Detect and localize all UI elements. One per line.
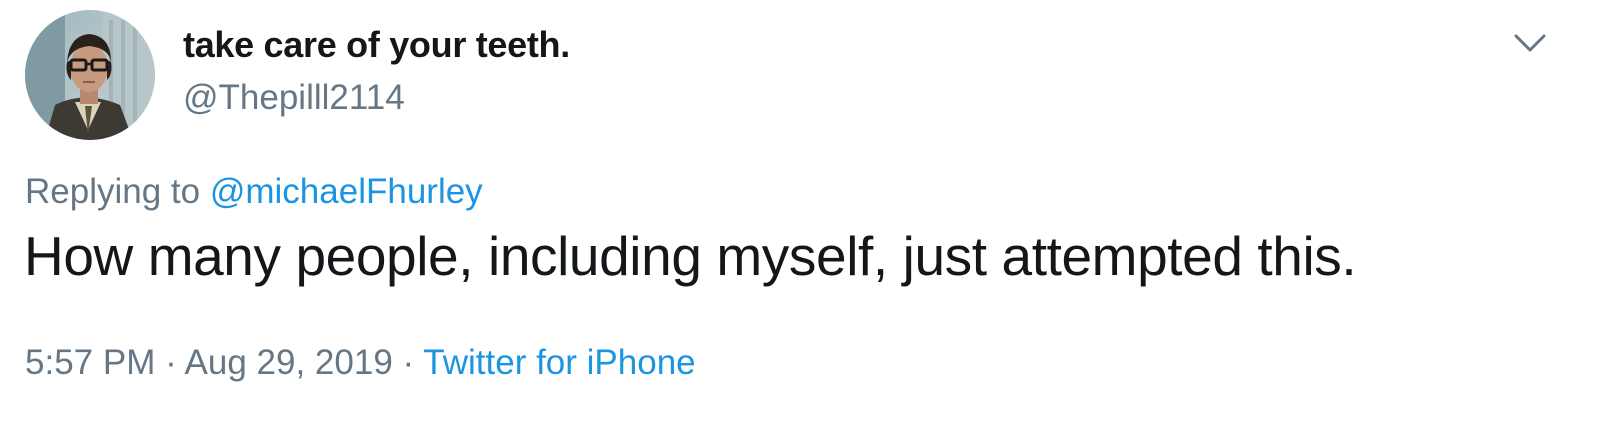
tweet-card: take care of your teeth. @Thepilll2114 R… — [0, 0, 1600, 430]
chevron-down-icon[interactable] — [1510, 28, 1550, 58]
tweet-source-link[interactable]: Twitter for iPhone — [423, 343, 695, 382]
reply-context: Replying to @michaelFhurley — [25, 172, 483, 212]
tweet-date[interactable]: Aug 29, 2019 — [185, 343, 393, 382]
tweet-time[interactable]: 5:57 PM — [25, 343, 155, 382]
reply-mention-link[interactable]: @michaelFhurley — [210, 172, 483, 211]
avatar[interactable] — [25, 10, 155, 140]
user-handle[interactable]: @Thepilll2114 — [183, 78, 405, 118]
tweet-text: How many people, including myself, just … — [24, 225, 1357, 287]
reply-prefix: Replying to — [25, 172, 201, 211]
tweet-meta: 5:57 PM · Aug 29, 2019 · Twitter for iPh… — [25, 343, 696, 383]
meta-separator: · — [402, 343, 415, 382]
meta-separator: · — [165, 343, 177, 382]
display-name[interactable]: take care of your teeth. — [183, 24, 570, 66]
avatar-photo — [25, 10, 155, 140]
